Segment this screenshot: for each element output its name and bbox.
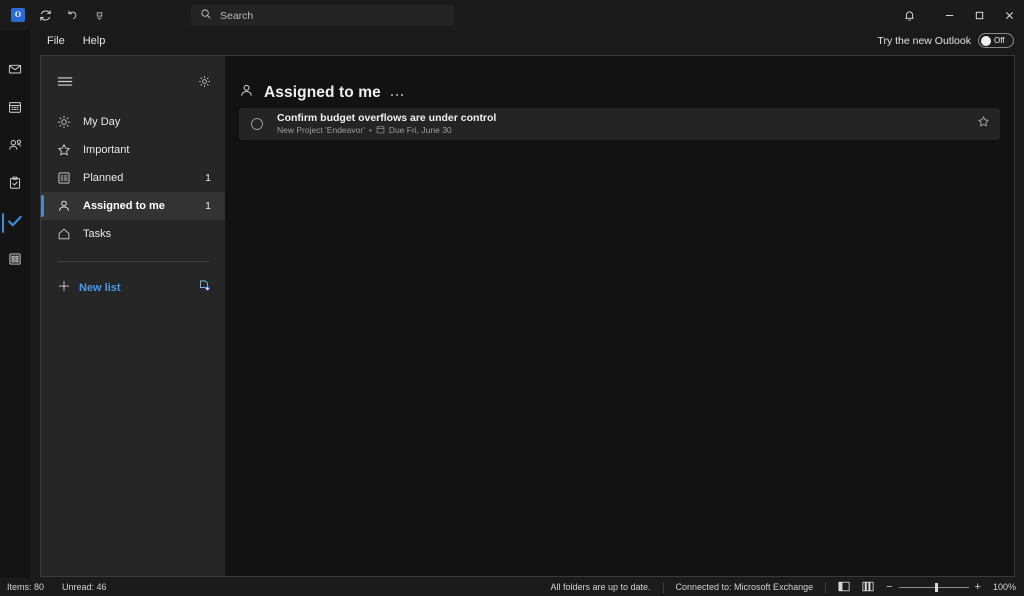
sun-icon bbox=[57, 115, 75, 129]
zoom-thumb[interactable] bbox=[934, 582, 938, 592]
status-items-count: Items: 80 bbox=[7, 582, 45, 592]
new-list-row[interactable]: New list bbox=[41, 274, 225, 302]
person-icon bbox=[57, 199, 75, 213]
task-source: New Project 'Endeavor' bbox=[277, 124, 365, 135]
plus-icon bbox=[57, 279, 71, 298]
clipboard-check-icon bbox=[8, 176, 22, 195]
todo-sidebar: My Day Important Planned 1 Assigned to m… bbox=[41, 56, 225, 576]
task-due-date: Due Fri, June 30 bbox=[388, 124, 452, 135]
rail-item-mail[interactable] bbox=[0, 56, 30, 86]
apps-grid-icon bbox=[8, 252, 22, 271]
status-divider bbox=[662, 581, 664, 593]
task-row[interactable]: Confirm budget overflows are under contr… bbox=[239, 108, 1000, 140]
sidebar-item-tasks[interactable]: Tasks bbox=[41, 220, 225, 248]
outlook-logo-icon[interactable]: O bbox=[7, 4, 29, 26]
status-right: All folders are up to date. Connected to… bbox=[550, 581, 1016, 594]
task-meta: New Project 'Endeavor' • Due Fri, June 3… bbox=[277, 125, 977, 137]
sidebar-list: My Day Important Planned 1 Assigned to m… bbox=[41, 108, 225, 248]
search-bar[interactable]: Search bbox=[191, 5, 454, 26]
task-title: Confirm budget overflows are under contr… bbox=[277, 111, 497, 124]
normal-view-icon[interactable] bbox=[838, 581, 850, 594]
toggle-knob bbox=[981, 35, 991, 46]
sidebar-header bbox=[41, 70, 225, 98]
try-new-outlook-label: Try the new Outlook bbox=[877, 34, 971, 47]
zoom-out-button[interactable]: − bbox=[886, 581, 892, 593]
status-connection: Connected to: Microsoft Exchange bbox=[675, 582, 814, 592]
sidebar-item-important[interactable]: Important bbox=[41, 136, 225, 164]
task-meta-separator: • bbox=[368, 124, 372, 135]
person-icon bbox=[239, 83, 254, 103]
undo-icon[interactable] bbox=[61, 4, 83, 26]
sidebar-item-badge: 1 bbox=[205, 172, 211, 184]
star-icon bbox=[57, 143, 75, 157]
maximize-icon[interactable] bbox=[964, 0, 994, 30]
sidebar-item-assigned-to-me[interactable]: Assigned to me 1 bbox=[41, 192, 225, 220]
quick-access-toolbar: O bbox=[0, 4, 110, 26]
menu-item-help[interactable]: Help bbox=[74, 33, 115, 49]
status-sync-message: All folders are up to date. bbox=[550, 582, 651, 592]
sidebar-item-my-day[interactable]: My Day bbox=[41, 108, 225, 136]
search-input-placeholder[interactable]: Search bbox=[220, 10, 253, 22]
page-title: Assigned to me bbox=[264, 84, 381, 101]
task-content: Confirm budget overflows are under contr… bbox=[277, 112, 977, 137]
minimize-icon[interactable] bbox=[934, 0, 964, 30]
menu-item-file[interactable]: File bbox=[38, 33, 74, 49]
app-rail bbox=[0, 30, 30, 596]
sidebar-item-planned[interactable]: Planned 1 bbox=[41, 164, 225, 192]
rail-item-tasks[interactable] bbox=[0, 170, 30, 200]
try-new-outlook[interactable]: Try the new Outlook Off bbox=[877, 33, 1014, 48]
rail-item-more-apps[interactable] bbox=[0, 246, 30, 276]
send-receive-icon[interactable] bbox=[34, 4, 56, 26]
bell-icon[interactable] bbox=[894, 0, 924, 30]
rail-item-todo[interactable] bbox=[0, 208, 30, 238]
sidebar-item-label: Tasks bbox=[83, 228, 112, 240]
zoom-level-label[interactable]: 100% bbox=[993, 582, 1016, 592]
content-window: My Day Important Planned 1 Assigned to m… bbox=[40, 55, 1015, 577]
title-bar: O Search bbox=[0, 0, 1024, 30]
sidebar-item-label: Important bbox=[83, 144, 130, 156]
sidebar-divider bbox=[57, 261, 209, 262]
mail-icon bbox=[8, 62, 22, 81]
customize-quick-access-toolbar-icon[interactable] bbox=[88, 4, 110, 26]
zoom-slider[interactable]: − + bbox=[886, 581, 981, 593]
star-outline-icon[interactable] bbox=[977, 115, 990, 133]
new-group-icon[interactable] bbox=[198, 279, 211, 297]
gear-icon[interactable] bbox=[198, 75, 211, 93]
status-unread-count: Unread: 46 bbox=[62, 582, 107, 592]
zoom-in-button[interactable]: + bbox=[975, 581, 981, 593]
calendar-icon bbox=[8, 100, 22, 119]
status-divider bbox=[825, 581, 827, 593]
checkmark-icon bbox=[7, 214, 23, 233]
rail-item-calendar[interactable] bbox=[0, 94, 30, 124]
search-icon bbox=[200, 7, 212, 25]
task-list: Confirm budget overflows are under contr… bbox=[225, 108, 1014, 140]
planned-list-icon bbox=[57, 171, 75, 185]
outlook-window: O Search File Help Try the new Outlook O… bbox=[0, 0, 1024, 596]
sidebar-item-label: Planned bbox=[83, 172, 124, 184]
sidebar-item-label: My Day bbox=[83, 116, 121, 128]
menu-bar: File Help bbox=[0, 30, 1024, 52]
main-pane: Assigned to me Confirm budget overflows … bbox=[225, 56, 1014, 576]
home-icon bbox=[57, 227, 75, 241]
sidebar-item-badge: 1 bbox=[205, 200, 211, 212]
window-controls bbox=[894, 0, 1024, 30]
people-icon bbox=[8, 138, 23, 157]
zoom-track[interactable] bbox=[898, 582, 969, 592]
more-options-icon[interactable] bbox=[390, 90, 404, 97]
new-list-label: New list bbox=[79, 282, 121, 294]
status-left: Items: 80 Unread: 46 bbox=[0, 582, 107, 592]
reading-view-icon[interactable] bbox=[862, 581, 874, 594]
circle-checkbox-icon[interactable] bbox=[251, 118, 263, 130]
list-header: Assigned to me bbox=[225, 56, 1014, 108]
calendar-small-icon bbox=[376, 125, 385, 137]
status-bar: Items: 80 Unread: 46 All folders are up … bbox=[0, 578, 1024, 596]
try-new-outlook-toggle[interactable]: Off bbox=[978, 33, 1014, 48]
toggle-state-label: Off bbox=[994, 35, 1005, 45]
hamburger-menu-icon[interactable] bbox=[57, 75, 73, 93]
rail-item-people[interactable] bbox=[0, 132, 30, 162]
outlook-logo-letter: O bbox=[14, 10, 22, 19]
sidebar-item-label: Assigned to me bbox=[83, 200, 165, 212]
close-icon[interactable] bbox=[994, 0, 1024, 30]
